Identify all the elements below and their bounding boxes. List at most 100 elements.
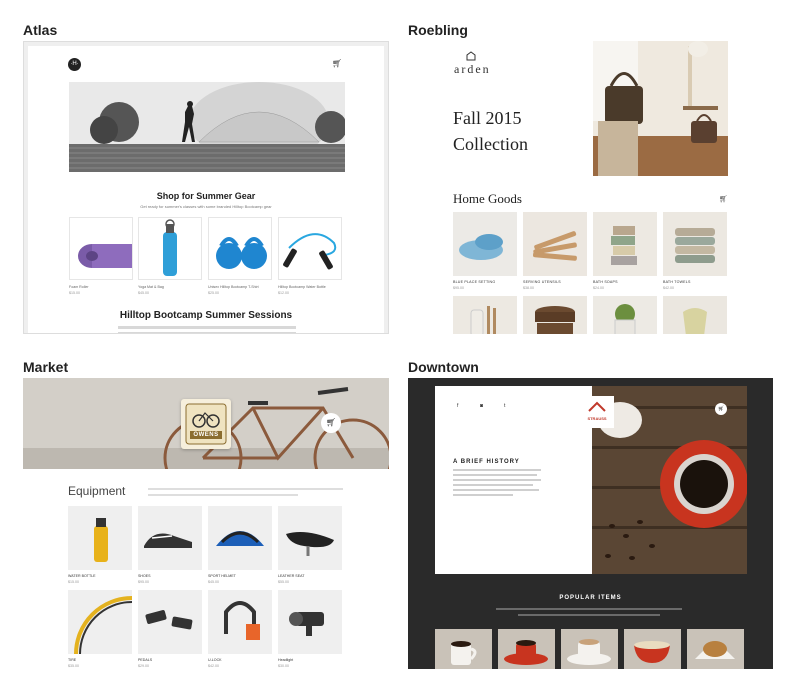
product-price: $15.00: [69, 291, 80, 295]
product-image[interactable]: [208, 506, 272, 570]
atlas-product-image[interactable]: [138, 217, 202, 280]
product-image[interactable]: [593, 212, 657, 276]
text-placeholder: [453, 484, 533, 486]
product-image[interactable]: [624, 629, 681, 669]
cart-icon[interactable]: 🛒︎: [332, 59, 342, 68]
product-price: $45.00: [208, 580, 219, 584]
atlas-product-image[interactable]: [208, 217, 272, 280]
product-image[interactable]: [435, 629, 492, 669]
product-label[interactable]: SERVING UTENSILS: [523, 280, 561, 284]
theme-title-downtown: Downtown: [408, 359, 479, 375]
product-image[interactable]: [687, 629, 744, 669]
product-image[interactable]: [68, 506, 132, 570]
roebling-collection-title[interactable]: Fall 2015 Collection: [453, 105, 528, 157]
atlas-section-heading: Hilltop Bootcamp Summer Sessions: [119, 310, 293, 321]
product-image[interactable]: [278, 590, 342, 654]
atlas-product-image[interactable]: [278, 217, 342, 280]
product-image[interactable]: [278, 506, 342, 570]
theme-preview-atlas[interactable]: ·H· 🛒︎ Shop for Summer Gear Get ready fo…: [23, 41, 389, 334]
product-label[interactable]: Yoga Mat & Bag: [138, 285, 202, 289]
product-price: $30.00: [278, 664, 289, 668]
product-price: $35.00: [68, 664, 79, 668]
product-label[interactable]: Foam Roller: [69, 285, 133, 289]
theme-preview-roebling[interactable]: arden Fall 2015 Collection Home Goods 🛒︎: [408, 41, 773, 334]
theme-preview-downtown[interactable]: f ◙ t STRAUSS 🛒︎ A BRIEF HISTORY POPULAR…: [408, 378, 773, 669]
product-label[interactable]: BATH SOAPS: [593, 280, 618, 284]
text-placeholder: [118, 332, 296, 333]
atlas-logo[interactable]: ·H·: [68, 58, 81, 71]
product-price: $25.00: [208, 291, 219, 295]
product-label[interactable]: LEATHER SEAT: [278, 574, 304, 578]
product-label[interactable]: Unisex Hilltop Bootcamp T-Shirt: [208, 285, 272, 289]
text-placeholder: [518, 614, 660, 616]
text-placeholder: [118, 326, 296, 329]
atlas-page: ·H· 🛒︎ Shop for Summer Gear Get ready fo…: [28, 46, 384, 333]
downtown-popular-heading: POPULAR ITEMS: [559, 595, 622, 601]
product-price: $29.00: [138, 664, 149, 668]
theme-title-roebling: Roebling: [408, 22, 468, 38]
downtown-history-heading: A BRIEF HISTORY: [453, 459, 520, 465]
atlas-product-image[interactable]: [69, 217, 133, 280]
roebling-hero-image: [593, 41, 728, 176]
product-image[interactable]: [138, 590, 202, 654]
downtown-logo-text: STRAUSS: [587, 416, 607, 421]
text-placeholder: [148, 494, 298, 496]
product-label[interactable]: SPORT HELMET: [208, 574, 236, 578]
theme-preview-market[interactable]: OWENS 🛒︎ Equipment WATER BOTTLE $15.00 S…: [23, 378, 389, 671]
atlas-hero-sub: Get ready for summer's classes with some…: [140, 204, 272, 209]
product-price: $45.00: [138, 291, 149, 295]
roebling-logo[interactable]: arden: [454, 62, 491, 77]
product-price: $15.00: [68, 580, 79, 584]
product-label[interactable]: Headlight: [278, 658, 293, 662]
product-image[interactable]: [523, 296, 587, 334]
product-price: $12.00: [278, 291, 289, 295]
product-image[interactable]: [453, 212, 517, 276]
text-placeholder: [148, 488, 343, 490]
roebling-section-heading: Home Goods: [453, 191, 522, 206]
theme-title-market: Market: [23, 359, 69, 375]
product-image[interactable]: [663, 296, 727, 334]
downtown-logo[interactable]: STRAUSS: [580, 396, 614, 428]
cart-icon[interactable]: 🛒︎: [321, 413, 341, 433]
product-image[interactable]: [138, 506, 202, 570]
product-image[interactable]: [453, 296, 517, 334]
product-price: $95.00: [453, 286, 464, 290]
product-label[interactable]: Hilltop Bootcamp Water Bottle: [278, 285, 342, 289]
text-placeholder: [453, 489, 539, 491]
market-logo-text: OWENS: [193, 432, 219, 438]
cart-icon[interactable]: 🛒︎: [715, 403, 727, 415]
product-price: $24.00: [593, 286, 604, 290]
collection-line-2: Collection: [453, 134, 528, 154]
product-image[interactable]: [663, 212, 727, 276]
house-icon: [466, 51, 476, 61]
text-placeholder: [453, 474, 537, 476]
text-placeholder: [453, 479, 541, 481]
product-label[interactable]: WATER BOTTLE: [68, 574, 96, 578]
product-image[interactable]: [523, 212, 587, 276]
product-image[interactable]: [593, 296, 657, 334]
product-label[interactable]: BLUE PLACE SETTING: [453, 280, 495, 284]
product-image[interactable]: [208, 590, 272, 654]
market-logo-badge[interactable]: OWENS: [181, 399, 231, 449]
product-image[interactable]: [561, 629, 618, 669]
cart-icon[interactable]: 🛒︎: [719, 195, 728, 203]
product-price: $95.00: [138, 580, 149, 584]
twitter-icon[interactable]: t: [504, 403, 505, 409]
atlas-hero-image: [69, 82, 345, 172]
product-label[interactable]: TIRE: [68, 658, 76, 662]
product-image[interactable]: [498, 629, 555, 669]
atlas-hero-heading: Shop for Summer Gear: [156, 191, 256, 201]
facebook-icon[interactable]: f: [457, 403, 458, 409]
product-label[interactable]: U-LOCK: [208, 658, 222, 662]
product-image[interactable]: [68, 590, 132, 654]
product-price: $55.00: [278, 580, 289, 584]
instagram-icon[interactable]: ◙: [480, 403, 483, 409]
theme-title-atlas: Atlas: [23, 22, 58, 38]
text-placeholder: [453, 469, 541, 471]
market-section-heading: Equipment: [68, 484, 126, 498]
collection-line-1: Fall 2015: [453, 108, 522, 128]
product-price: $42.00: [208, 664, 219, 668]
product-label[interactable]: PEDALS: [138, 658, 152, 662]
product-label[interactable]: BATH TOWELS: [663, 280, 691, 284]
product-label[interactable]: SHOES: [138, 574, 151, 578]
